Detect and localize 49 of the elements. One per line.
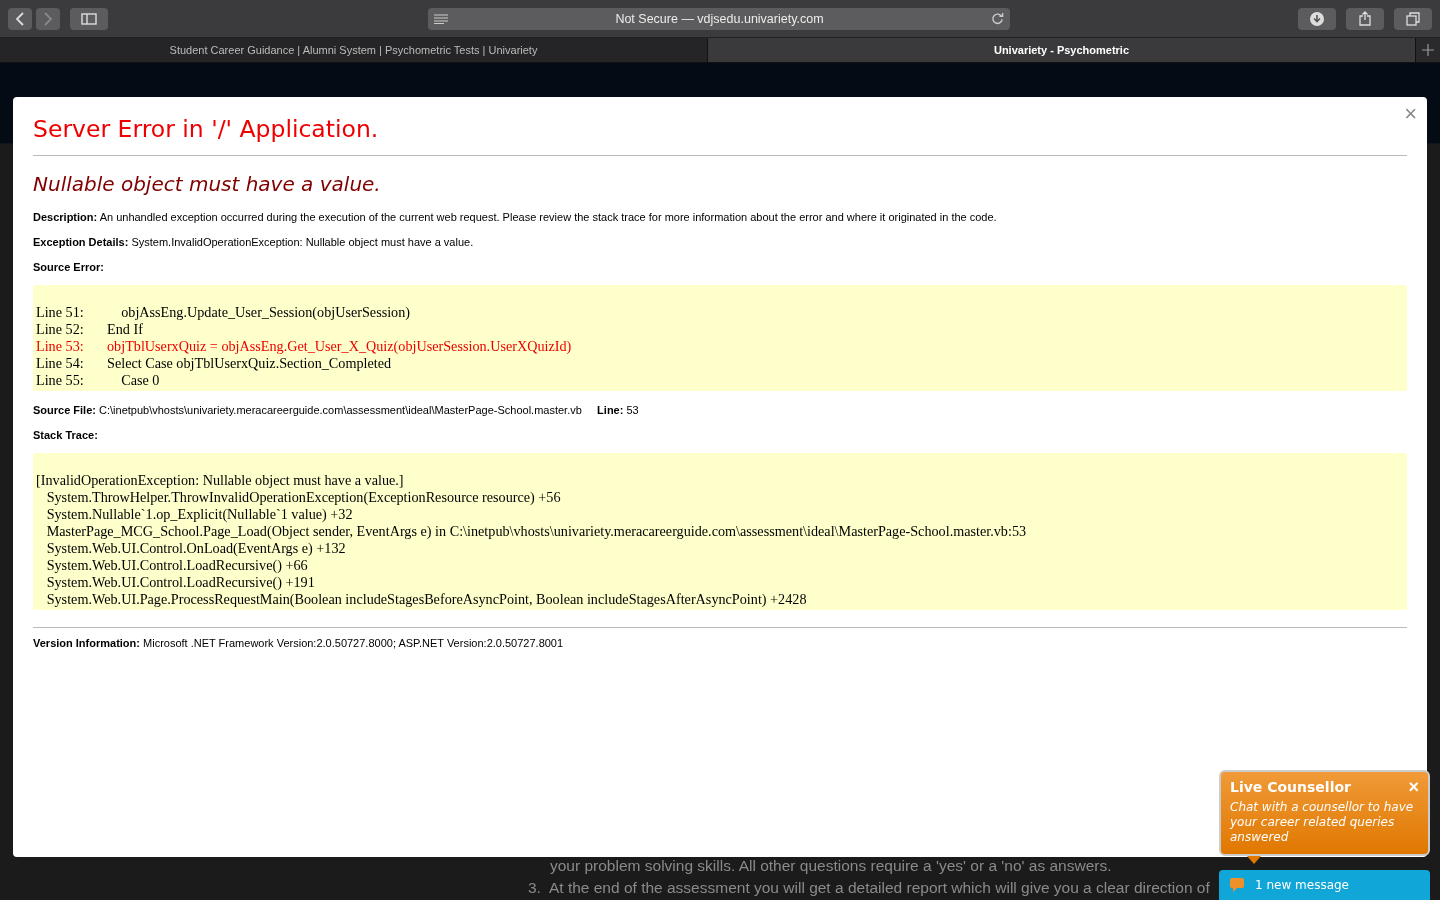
- chat-callout[interactable]: Live Counsellor × Chat with a counsellor to have your career related queries answered: [1219, 770, 1430, 856]
- browser-tab[interactable]: Student Career Guidance | Alumni System | Psychometric Tests | Univariety: [0, 38, 708, 62]
- stack-line: [InvalidOperationException: Nullable object must have a value.]: [36, 472, 405, 489]
- download-icon: [1310, 11, 1324, 26]
- list-number: 3.: [528, 880, 541, 896]
- section-label: Source Error:: [33, 261, 104, 273]
- code-line: Line 55: Case 0: [36, 372, 161, 389]
- back-icon: [15, 11, 25, 26]
- address-bar[interactable]: Not Secure — vdjsedu.univariety.com: [428, 7, 1010, 30]
- address-text: Not Secure — vdjsedu.univariety.com: [614, 11, 825, 26]
- stack-line: System.Nullable`1.op_Explicit(Nullable`1 value) +32: [45, 506, 354, 523]
- back-button[interactable]: [8, 7, 32, 30]
- stack-line: System.Web.UI.Control.LoadRecursive() +66: [45, 557, 309, 574]
- forward-icon: [43, 11, 53, 26]
- background-text: your problem solving skills. All other questions require a 'yes' or a 'no' as answers.: [550, 858, 1112, 874]
- background-text: At the end of the assessment you will get a detailed report which will give you a clear direction of: [548, 880, 1210, 896]
- source-file-info: Source File: C:\inetpub\vhosts\univariety.meracareerguide.com\assessment\ideal\MasterPage-School.master.vb Line: 53: [33, 403, 640, 418]
- sidebar-icon: [81, 12, 97, 25]
- browser-tab[interactable]: Univariety - Psychometric: [708, 38, 1416, 62]
- sidebar-button[interactable]: [70, 7, 108, 30]
- chat-bar[interactable]: 1 new message: [1219, 870, 1430, 900]
- error-title: Server Error in '/' Application.: [33, 115, 380, 143]
- reader-icon[interactable]: [434, 13, 448, 24]
- error-detail: Description: An unhandled exception occurred during the execution of the current web request. Please review the stack trace for more information about the error and where it originated in the code.: [33, 210, 998, 225]
- tabs-icon: [1406, 11, 1420, 26]
- share-button[interactable]: [1346, 7, 1384, 30]
- close-button[interactable]: ×: [1404, 103, 1417, 125]
- stack-line: System.Web.UI.Control.OnLoad(EventArgs e) +132: [45, 540, 347, 557]
- chat-bubble-icon: [1229, 877, 1245, 893]
- chat-title: Live Counsellor: [1230, 779, 1351, 795]
- chat-text: Chat with a counsellor to have your career related queries answered: [1230, 800, 1415, 845]
- version-info: Version Information: Microsoft .NET Framework Version:2.0.50727.8000; ASP.NET Version:2.0.50727.8001: [33, 636, 565, 651]
- code-line: Line 53: objTblUserxQuiz = objAssEng.Get_User_X_Quiz(objUserSession.UserXQuizId): [36, 338, 573, 355]
- download-button[interactable]: [1298, 7, 1336, 30]
- section-label: Stack Trace:: [33, 429, 98, 441]
- plus-icon: [1422, 44, 1434, 56]
- share-icon: [1359, 11, 1371, 26]
- code-line: Line 52: End If: [36, 321, 144, 338]
- reload-icon[interactable]: [991, 12, 1004, 25]
- stack-line: System.ThrowHelper.ThrowInvalidOperationException(ExceptionResource resource) +56: [45, 489, 562, 506]
- code-line: Line 51: objAssEng.Update_User_Session(objUserSession): [36, 304, 412, 321]
- code-line: Line 54: Select Case objTblUserxQuiz.Section_Completed: [36, 355, 393, 372]
- stack-line: System.Web.UI.Control.LoadRecursive() +191: [45, 574, 316, 591]
- error-message: Nullable object must have a value.: [33, 172, 382, 196]
- stack-line: System.Web.UI.Page.ProcessRequestMain(Boolean includeStagesBeforeAsyncPoint, Boolean includeStagesAfterAsyncPoint) +2428: [45, 591, 808, 608]
- tabs-button[interactable]: [1394, 7, 1432, 30]
- error-detail: Exception Details: System.InvalidOperationException: Nullable object must have a value.: [33, 235, 475, 250]
- close-button[interactable]: ×: [1408, 778, 1419, 796]
- stack-line: MasterPage_MCG_School.Page_Load(Object sender, EventArgs e) in C:\inetpub\vhosts\univariety.meracareerguide.com\assessment\ideal\MasterPage-School.master.vb:53: [45, 523, 1028, 540]
